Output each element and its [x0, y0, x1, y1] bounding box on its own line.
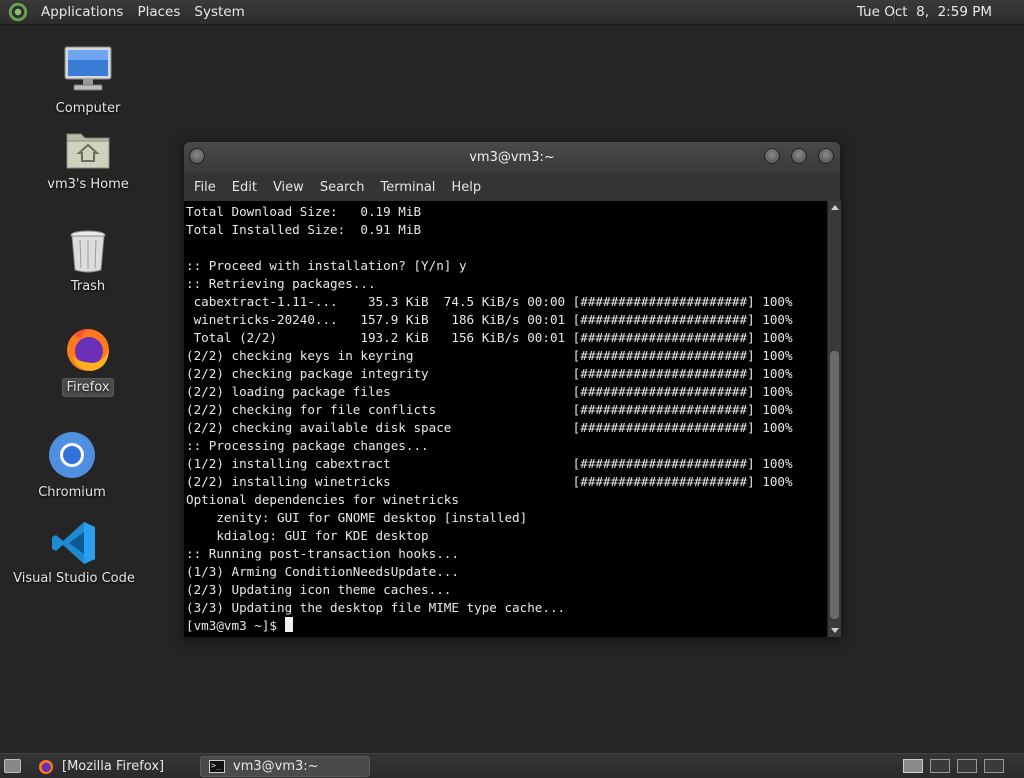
- terminal-line: (2/2) checking package integrity [######…: [186, 366, 793, 381]
- terminal-prompt-line: [vm3@vm3 ~]$: [186, 617, 827, 635]
- terminal-scrollbar[interactable]: [827, 201, 841, 637]
- desktop-icon-computer[interactable]: Computer: [23, 44, 153, 117]
- trash-icon: [70, 230, 106, 273]
- top-panel: Applications Places System Tue Oct 8, 2:…: [0, 0, 1024, 25]
- terminal-line: Optional dependencies for winetricks: [186, 492, 459, 507]
- terminal-line: (2/2) checking for file conflicts [#####…: [186, 402, 793, 417]
- desktop-icon-home[interactable]: vm3's Home: [23, 126, 153, 193]
- desktop-icon-label: Trash: [70, 279, 106, 294]
- computer-icon: [64, 46, 112, 91]
- terminal-prompt: [vm3@vm3 ~]$: [186, 618, 285, 633]
- menu-edit[interactable]: Edit: [226, 180, 267, 195]
- window-title: vm3@vm3:~: [469, 150, 555, 165]
- close-button[interactable]: [818, 148, 834, 164]
- scroll-down-icon[interactable]: [831, 628, 839, 633]
- menu-view[interactable]: View: [267, 180, 314, 195]
- terminal-line: (2/2) checking available disk space [###…: [186, 420, 793, 435]
- desktop-icon-firefox[interactable]: Firefox: [23, 326, 153, 397]
- terminal-output[interactable]: Total Download Size: 0.19 MiB Total Insta…: [184, 201, 827, 637]
- menu-file[interactable]: File: [188, 180, 226, 195]
- terminal-line: (2/3) Updating icon theme caches...: [186, 582, 452, 597]
- terminal-icon: >_: [209, 760, 225, 773]
- terminal-line: (2/2) checking keys in keyring [########…: [186, 348, 793, 363]
- terminal-line: :: Retrieving packages...: [186, 276, 376, 291]
- terminal-line: cabextract-1.11-... 35.3 KiB 74.5 KiB/s …: [186, 294, 793, 309]
- firefox-icon: [39, 759, 53, 774]
- distro-logo-icon[interactable]: [8, 2, 28, 22]
- window-menubar: File Edit View Search Terminal Help: [184, 173, 840, 201]
- taskbar-item-terminal[interactable]: >_ vm3@vm3:~: [200, 756, 370, 777]
- desktop-icon-label: Chromium: [38, 485, 106, 500]
- taskbar-item-firefox[interactable]: [Mozilla Firefox]: [30, 756, 196, 777]
- places-menu[interactable]: Places: [130, 4, 187, 20]
- menu-help[interactable]: Help: [445, 180, 491, 195]
- desktop-icon-trash[interactable]: Trash: [23, 228, 153, 295]
- terminal-line: (2/2) installing winetricks [###########…: [186, 474, 793, 489]
- terminal-line: (1/3) Arming ConditionNeedsUpdate...: [186, 564, 459, 579]
- terminal-line: Total (2/2) 193.2 KiB 156 KiB/s 00:01 [#…: [186, 330, 793, 345]
- minimize-button[interactable]: [764, 148, 780, 164]
- applications-menu[interactable]: Applications: [34, 4, 130, 20]
- terminal-line: (3/3) Updating the desktop file MIME typ…: [186, 600, 566, 615]
- menu-terminal[interactable]: Terminal: [374, 180, 445, 195]
- firefox-icon: [67, 328, 109, 371]
- terminal-line: winetricks-20240... 157.9 KiB 186 KiB/s …: [186, 312, 793, 327]
- maximize-button[interactable]: [791, 148, 807, 164]
- system-menu[interactable]: System: [187, 4, 251, 20]
- desktop-icon-label: Computer: [55, 101, 121, 116]
- desktop-icon-label: Visual Studio Code: [13, 571, 135, 586]
- terminal-line: Total Installed Size: 0.91 MiB: [186, 222, 422, 237]
- menu-search[interactable]: Search: [314, 180, 375, 195]
- clock[interactable]: Tue Oct 8, 2:59 PM: [857, 4, 992, 20]
- desktop-icon-label: vm3's Home: [47, 177, 129, 192]
- workspace-3[interactable]: [957, 759, 977, 773]
- terminal-line: Total Download Size: 0.19 MiB: [186, 204, 422, 219]
- terminal-line: (1/2) installing cabextract [###########…: [186, 456, 793, 471]
- workspace-1[interactable]: [903, 759, 923, 773]
- taskbar-item-label: vm3@vm3:~: [233, 759, 319, 774]
- window-titlebar[interactable]: vm3@vm3:~: [184, 142, 840, 173]
- terminal-line: :: Processing package changes...: [186, 438, 429, 453]
- terminal-line: kdialog: GUI for KDE desktop: [186, 528, 429, 543]
- workspace-2[interactable]: [930, 759, 950, 773]
- terminal-window[interactable]: vm3@vm3:~ File Edit View Search Terminal…: [183, 141, 841, 637]
- terminal-line: (2/2) loading package files [###########…: [186, 384, 793, 399]
- bottom-panel: [Mozilla Firefox] >_ vm3@vm3:~: [0, 753, 1024, 778]
- terminal-cursor: [284, 617, 293, 632]
- terminal-line: :: Running post-transaction hooks...: [186, 546, 459, 561]
- chromium-icon: [49, 432, 95, 478]
- desktop-icon-chromium[interactable]: Chromium: [7, 430, 137, 501]
- vscode-icon: [52, 522, 95, 564]
- scroll-up-icon[interactable]: [831, 205, 839, 210]
- desktop-icon-vscode[interactable]: Visual Studio Code: [9, 520, 139, 587]
- show-desktop-icon[interactable]: [4, 759, 21, 773]
- terminal-line: :: Proceed with installation? [Y/n] y: [186, 258, 467, 273]
- window-menu-button[interactable]: [189, 148, 205, 164]
- scroll-thumb[interactable]: [830, 351, 839, 619]
- home-folder-icon: [66, 133, 110, 169]
- desktop-icon-label: Firefox: [62, 378, 114, 397]
- taskbar-item-label: [Mozilla Firefox]: [62, 759, 165, 774]
- workspace-4[interactable]: [984, 759, 1004, 773]
- terminal-line: zenity: GUI for GNOME desktop [installed…: [186, 510, 528, 525]
